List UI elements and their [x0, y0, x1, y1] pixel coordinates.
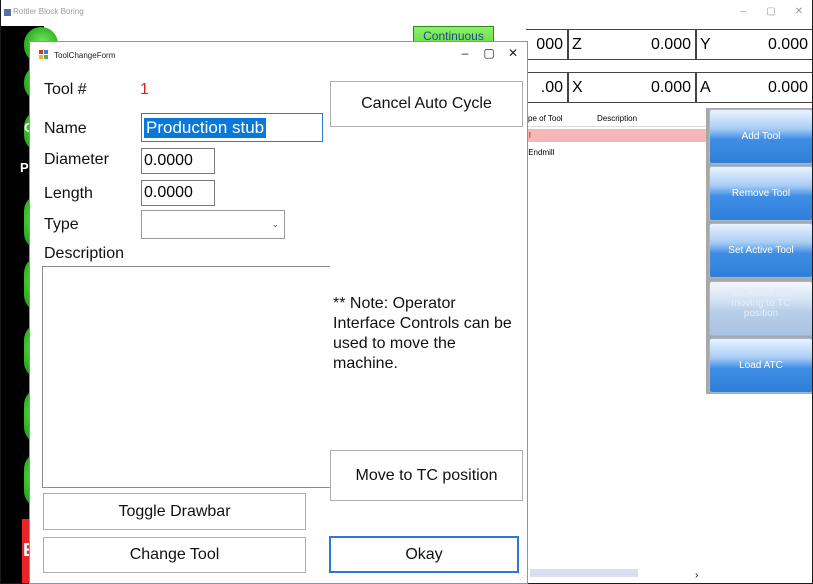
screen: Rottler Block Boring – ▢ ✕ C P E Continu…	[0, 0, 813, 584]
name-input[interactable]: Production stub	[141, 113, 323, 142]
name-input-selected-text: Production stub	[144, 118, 267, 138]
form-icon	[39, 50, 49, 59]
okay-button[interactable]: Okay	[329, 536, 519, 573]
change-tool-button[interactable]: Change Tool	[43, 537, 306, 573]
toggle-drawbar-button[interactable]: Toggle Drawbar	[43, 493, 306, 530]
operator-note: ** Note: Operator Interface Controls can…	[333, 295, 512, 372]
description-label: Description	[44, 245, 125, 262]
tool-change-dialog: ToolChangeForm – ▢ ✕ Tool # 1 Name Produ…	[29, 41, 528, 584]
diameter-input[interactable]: 0.0000	[141, 148, 215, 174]
length-label: Length	[44, 185, 93, 202]
cancel-auto-cycle-button[interactable]: Cancel Auto Cycle	[330, 81, 523, 127]
type-label: Type	[44, 216, 79, 233]
diameter-label: Diameter	[44, 151, 109, 168]
chevron-down-icon[interactable]: ⌄	[271, 219, 279, 230]
dialog-minimize-button[interactable]: –	[456, 46, 474, 60]
type-dropdown[interactable]: ⌄	[141, 210, 285, 239]
move-to-tc-position-button[interactable]: Move to TC position	[330, 450, 523, 501]
tool-number-value: 1	[140, 81, 149, 98]
description-textarea[interactable]	[42, 266, 330, 488]
name-label: Name	[44, 120, 87, 137]
length-input[interactable]: 0.0000	[141, 180, 215, 206]
tool-number-label: Tool #	[44, 81, 87, 98]
resize-grip-icon[interactable]: ⋰	[519, 574, 527, 582]
dialog-close-button[interactable]: ✕	[504, 46, 522, 60]
dialog-title: ToolChangeForm	[54, 51, 116, 60]
dialog-titlebar[interactable]: ToolChangeForm – ▢ ✕	[30, 42, 527, 68]
dialog-maximize-button[interactable]: ▢	[480, 46, 498, 60]
